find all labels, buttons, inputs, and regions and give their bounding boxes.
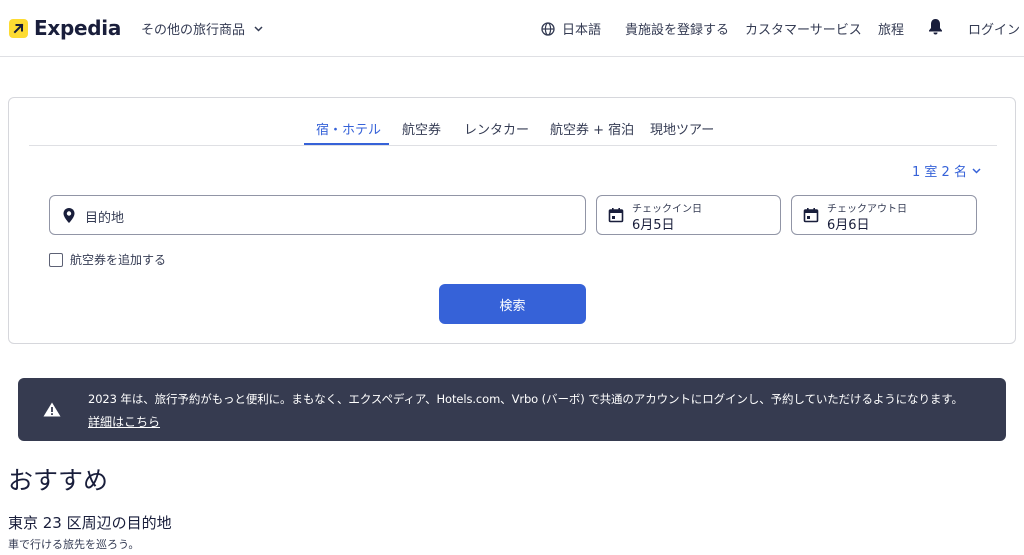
tab-cars[interactable]: レンタカー: [464, 119, 529, 138]
checkout-value: 6月6日: [827, 218, 870, 233]
other-products-menu[interactable]: その他の旅行商品: [141, 19, 263, 38]
logo-text: Expedia: [34, 16, 122, 40]
tab-stays[interactable]: 宿・ホテル: [316, 119, 381, 138]
add-flight-label: 航空券を追加する: [70, 253, 167, 267]
active-tab-indicator: [304, 143, 389, 145]
chevron-down-icon: [254, 25, 263, 32]
recommendations-subheading: 東京 23 区周辺の目的地: [8, 514, 172, 532]
checkin-value: 6月5日: [632, 218, 675, 233]
location-pin-icon: [63, 208, 75, 223]
chevron-down-icon: [972, 167, 981, 174]
recommendations-heading: おすすめ: [8, 466, 109, 495]
search-button[interactable]: 検索: [439, 284, 586, 324]
language-selector[interactable]: 日本語: [541, 19, 601, 38]
calendar-icon: [608, 208, 624, 223]
list-property-link[interactable]: 貴施設を登録する: [625, 19, 729, 38]
checkin-date-field[interactable]: チェックイン日 6月5日: [596, 195, 781, 235]
language-label: 日本語: [562, 23, 602, 38]
travelers-selector[interactable]: 1 室 2 名: [912, 161, 981, 180]
tab-packages[interactable]: 航空券 + 宿泊: [550, 119, 634, 138]
trips-link[interactable]: 旅程: [878, 19, 904, 38]
calendar-icon: [803, 208, 819, 223]
expedia-logo[interactable]: Expedia: [9, 16, 121, 40]
travelers-label: 1 室 2 名: [912, 165, 967, 180]
recommendations-description: 車で行ける旅先を巡ろう。: [8, 538, 140, 551]
destination-input[interactable]: 目的地: [49, 195, 586, 235]
search-tabs: 宿・ホテル 航空券 レンタカー 航空券 + 宿泊 現地ツアー: [29, 98, 997, 146]
search-form-card: 宿・ホテル 航空券 レンタカー 航空券 + 宿泊 現地ツアー 1 室 2 名 目…: [8, 97, 1016, 344]
checkin-label: チェックイン日: [632, 204, 702, 215]
warning-icon: [43, 402, 61, 417]
notice-details-link[interactable]: 詳細はこちら: [88, 413, 160, 430]
tab-flights[interactable]: 航空券: [402, 119, 441, 138]
logo-arrow-icon: [9, 18, 28, 38]
checkout-date-field[interactable]: チェックアウト日 6月6日: [791, 195, 977, 235]
add-flight-checkbox[interactable]: [49, 252, 63, 267]
notice-message: 2023 年は、旅行予約がもっと便利に。まもなく、エクスペディア、Hotels.…: [88, 392, 963, 406]
account-notice-banner: 2023 年は、旅行予約がもっと便利に。まもなく、エクスペディア、Hotels.…: [18, 378, 1006, 441]
login-link[interactable]: ログイン: [968, 19, 1020, 38]
bell-icon: [929, 19, 942, 35]
other-products-label: その他の旅行商品: [141, 23, 246, 38]
destination-placeholder: 目的地: [85, 211, 125, 226]
globe-icon: [541, 21, 555, 36]
add-flight-option[interactable]: 航空券を追加する: [49, 251, 166, 268]
customer-service-link[interactable]: カスタマーサービス: [745, 19, 862, 38]
checkout-label: チェックアウト日: [827, 204, 907, 215]
top-header: Expedia その他の旅行商品 日本語 貴施設を登録する カスタマーサービス …: [0, 0, 1024, 57]
notifications-button[interactable]: [928, 18, 943, 39]
tab-activities[interactable]: 現地ツアー: [650, 119, 714, 138]
